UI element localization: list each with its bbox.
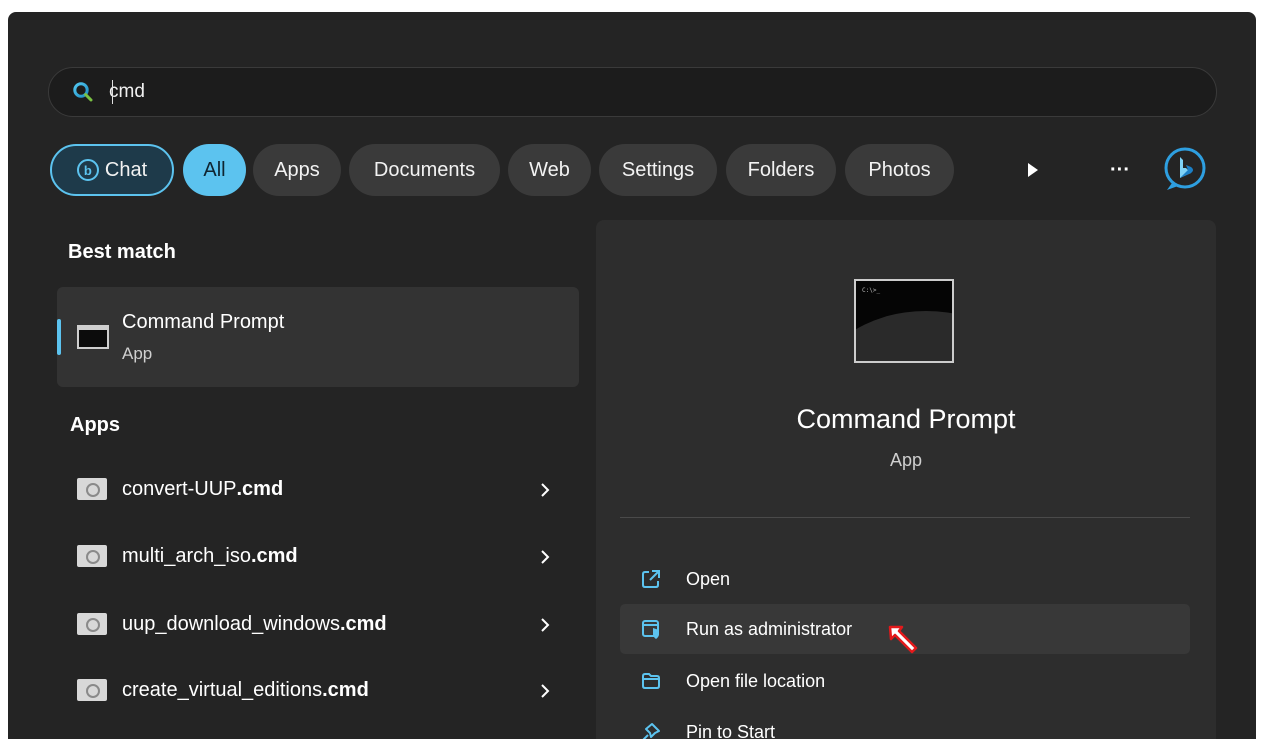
filter-bar: b Chat All Apps Documents Web Settings F… (50, 144, 1210, 196)
app-list-item[interactable]: create_virtual_editions.cmd (57, 663, 579, 719)
apps-heading: Apps (70, 414, 120, 436)
filter-photos[interactable]: Photos (845, 144, 954, 196)
thumbnail-text: C:\>_ (862, 287, 881, 294)
filter-web[interactable]: Web (508, 144, 591, 196)
more-icon: ··· (1110, 158, 1130, 181)
app-list-item[interactable]: multi_arch_iso.cmd (57, 529, 579, 585)
app-name: convert-UUP.cmd (122, 478, 284, 500)
scroll-filters-button[interactable] (1018, 144, 1048, 196)
bing-icon (1164, 147, 1206, 190)
filter-settings[interactable]: Settings (599, 144, 717, 196)
action-run-as-administrator-label: Run as administrator (686, 619, 853, 639)
search-input[interactable] (109, 81, 1009, 103)
search-window: b Chat All Apps Documents Web Settings F… (8, 12, 1256, 739)
filter-web-label: Web (529, 158, 570, 181)
action-open-file-location[interactable]: Open file location (620, 656, 1190, 706)
script-file-icon (77, 613, 107, 635)
text-caret (112, 80, 113, 104)
open-external-icon (642, 570, 660, 588)
bing-chat-button[interactable] (1160, 144, 1210, 196)
filter-all-label: All (203, 158, 226, 181)
chevron-right-icon[interactable] (535, 547, 555, 567)
command-prompt-icon (77, 325, 109, 349)
admin-shield-icon (642, 620, 659, 639)
best-match-type: App (122, 344, 153, 363)
chevron-right-icon[interactable] (535, 480, 555, 500)
filter-photos-label: Photos (868, 158, 931, 181)
filter-folders-label: Folders (747, 158, 815, 181)
command-prompt-thumbnail: C:\>_ (854, 279, 954, 363)
filter-documents-label: Documents (373, 158, 476, 181)
app-name: create_virtual_editions.cmd (122, 679, 369, 701)
action-pin-to-start-label: Pin to Start (686, 722, 776, 739)
filter-all[interactable]: All (183, 144, 246, 196)
filter-folders[interactable]: Folders (726, 144, 836, 196)
search-bar[interactable] (48, 67, 1217, 117)
filter-documents[interactable]: Documents (349, 144, 500, 196)
filter-apps[interactable]: Apps (253, 144, 341, 196)
best-match-title: Command Prompt (122, 311, 285, 333)
script-file-icon (77, 478, 107, 500)
app-list-item[interactable]: convert-UUP.cmd (57, 462, 579, 518)
filter-settings-label: Settings (621, 158, 695, 181)
best-match-heading: Best match (68, 241, 176, 263)
more-options-button[interactable]: ··· (1102, 144, 1138, 196)
app-name: uup_download_windows.cmd (122, 613, 387, 635)
script-file-icon (77, 545, 107, 567)
search-icon (73, 82, 93, 102)
action-open-file-location-label: Open file location (686, 671, 826, 691)
filter-chat[interactable]: b Chat (50, 144, 174, 196)
folder-icon (642, 673, 660, 689)
action-open[interactable]: Open (620, 554, 1190, 604)
divider (620, 517, 1190, 518)
play-arrow-icon (1028, 163, 1038, 177)
pointer-arrow-icon (888, 625, 918, 654)
preview-pane: C:\>_ Command Prompt App Open Run as adm… (596, 220, 1216, 739)
filter-apps-label: Apps (274, 158, 320, 181)
preview-title: Command Prompt (796, 404, 1016, 434)
pin-icon (642, 723, 660, 739)
best-match-item[interactable]: Command Prompt App (57, 287, 579, 387)
script-file-icon (77, 679, 107, 701)
app-list-item[interactable]: uup_download_windows.cmd (57, 597, 579, 653)
app-name: multi_arch_iso.cmd (122, 545, 298, 567)
preview-type: App (889, 450, 923, 470)
chevron-right-icon[interactable] (535, 681, 555, 701)
action-open-label: Open (686, 569, 731, 589)
chat-icon: b (76, 159, 99, 181)
chevron-right-icon[interactable] (535, 615, 555, 635)
filter-chat-label: Chat (104, 158, 148, 181)
selection-indicator (57, 319, 61, 355)
action-pin-to-start[interactable]: Pin to Start (620, 707, 1190, 739)
